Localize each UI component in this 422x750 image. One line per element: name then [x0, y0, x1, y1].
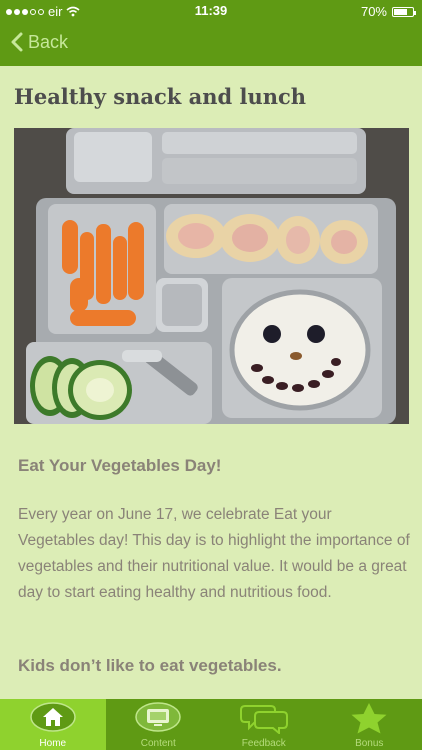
- status-bar: eir 11:39 70%: [0, 0, 422, 22]
- tab-feedback[interactable]: Feedback: [211, 699, 317, 750]
- star-icon: [351, 703, 387, 734]
- tab-bonus-label: Bonus: [355, 738, 384, 749]
- section-heading: Eat Your Vegetables Day!: [18, 456, 222, 475]
- tab-home[interactable]: Home: [0, 699, 106, 750]
- chat-bubbles-icon: [239, 705, 288, 734]
- battery-icon: [392, 6, 416, 17]
- tab-content-label: Content: [140, 738, 176, 749]
- chevron-left-icon: [11, 32, 23, 52]
- article-body: Every year on June 17, we celebrate Eat …: [18, 506, 410, 601]
- tab-home-label: Home: [39, 738, 67, 749]
- tab-bonus[interactable]: Bonus: [317, 699, 422, 750]
- navigation-bar: Back: [0, 22, 422, 66]
- back-button[interactable]: Back: [10, 31, 68, 53]
- battery-percent: 70%: [360, 4, 387, 19]
- page-title: Healthy snack and lunch: [14, 84, 307, 109]
- section-heading-2: Kids don’t like to eat vegetables.: [18, 656, 282, 675]
- back-label: Back: [28, 31, 69, 52]
- status-time: 11:39: [194, 3, 228, 18]
- home-icon: [30, 702, 76, 732]
- lunchbox-photo: [14, 128, 409, 424]
- monitor-icon: [135, 702, 181, 732]
- tab-bar: Home Content Feedback Bonus: [0, 699, 422, 750]
- tab-content[interactable]: Content: [106, 699, 212, 750]
- tab-feedback-label: Feedback: [241, 738, 286, 749]
